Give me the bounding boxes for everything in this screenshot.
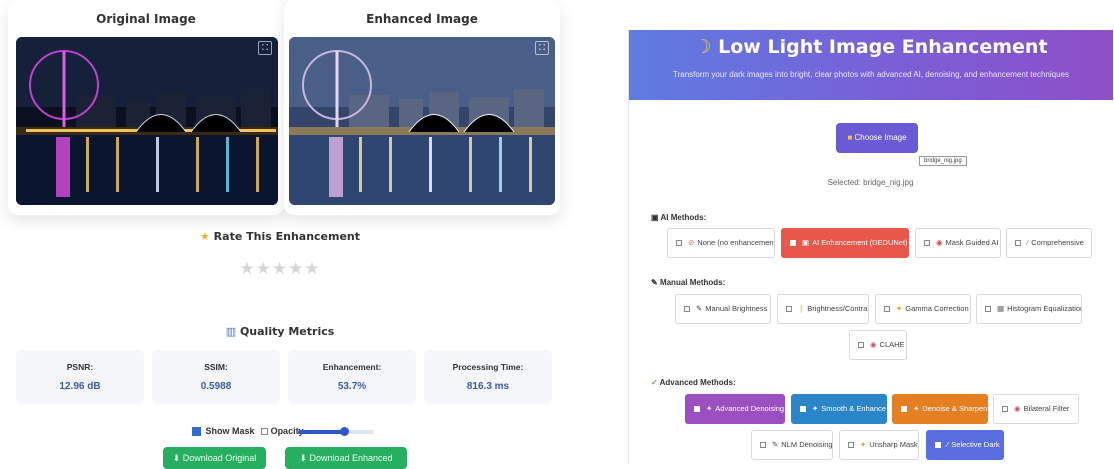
radio-icon: [858, 342, 864, 349]
tool-icon: ✎: [772, 440, 779, 449]
expand-icon[interactable]: ⛶: [258, 41, 272, 55]
enhanced-image[interactable]: ⛶: [289, 37, 555, 205]
radio-icon: [1015, 240, 1021, 247]
original-image-card: Original Image ⛶: [8, 0, 284, 215]
method-clahe[interactable]: ◉ CLAHE: [849, 330, 907, 360]
method-nlm-denoising[interactable]: ✎ NLM Denoising: [751, 430, 833, 460]
sparkle-icon: ✦: [706, 404, 713, 413]
enhanced-image-title: Enhanced Image: [366, 12, 478, 26]
radio-icon: [694, 406, 700, 413]
robot-icon: ▣: [651, 213, 659, 222]
method-smooth-enhance[interactable]: ✦ Smooth & Enhance: [791, 394, 887, 424]
sparkle-icon: ✦: [896, 304, 903, 313]
radio-icon: [848, 442, 854, 449]
radio-icon: [884, 306, 890, 313]
opacity-checkbox[interactable]: [261, 428, 269, 436]
radio-icon: [901, 406, 907, 413]
result-panel: Original Image ⛶ Enhanced Image ⛶ ★ Rate…: [0, 0, 560, 469]
manual-methods-heading: ✎ Manual Methods:: [651, 278, 726, 287]
download-enhanced-button[interactable]: ⬇ Download Enhanced: [285, 447, 407, 469]
method-brightness-contrast[interactable]: ❘ Brightness/Contrast: [777, 294, 869, 324]
target-icon: ◉: [936, 238, 943, 247]
expand-icon[interactable]: ⛶: [535, 41, 549, 55]
metric-enhancement: Enhancement: 53.7%: [288, 350, 416, 404]
app-title: ☽ Low Light Image Enhancement: [694, 36, 1048, 58]
folder-icon: ■: [847, 133, 853, 142]
method-manual-brightness[interactable]: ✎ Manual Brightness: [675, 294, 771, 324]
enhanced-image-card: Enhanced Image ⛶: [284, 0, 560, 215]
method-mask-guided-ai[interactable]: ◉ Mask Guided AI: [915, 228, 1001, 258]
night-city-photo-enhanced: [289, 37, 555, 205]
histogram-icon: ▦: [997, 304, 1005, 313]
file-tooltip: bridge_nig.jpg: [919, 156, 967, 166]
method-selective-dark[interactable]: ⁄ Selective Dark: [926, 430, 1004, 460]
chart-icon: ▥: [225, 325, 237, 338]
show-mask-label: Show Mask: [205, 426, 255, 436]
opacity-slider-thumb[interactable]: [339, 427, 349, 436]
radio-icon: [924, 240, 930, 247]
wand-icon: ⁄: [1027, 238, 1029, 247]
radio-icon: [760, 442, 766, 449]
app-subtitle: Transform your dark images into bright, …: [673, 70, 1069, 79]
leaf-icon: ✓: [651, 378, 658, 387]
metric-processing-time: Processing Time: 816.3 ms: [424, 350, 552, 404]
tool-icon: ✎: [696, 304, 703, 313]
no-entry-icon: ⊘: [688, 238, 695, 247]
method-none[interactable]: ⊘ None (no enhancement): [667, 228, 775, 258]
robot-icon: ▣: [802, 238, 810, 247]
moon-icon: ☽: [694, 36, 712, 58]
original-image-title: Original Image: [96, 12, 196, 26]
controls-panel: ☽ Low Light Image Enhancement Transform …: [628, 30, 1113, 464]
tool-icon: ✎: [651, 278, 658, 287]
star-rating[interactable]: ★★★★★: [0, 259, 560, 279]
download-icon: ⬇: [172, 453, 181, 463]
choose-image-button[interactable]: ■ Choose Image: [836, 123, 918, 153]
download-icon: ⬇: [299, 453, 307, 463]
download-original-button[interactable]: ⬇ Download Original: [163, 447, 266, 469]
bulb-icon: ❘: [798, 304, 805, 313]
header-banner: ☽ Low Light Image Enhancement Transform …: [629, 30, 1113, 100]
method-bilateral-filter[interactable]: ◉ Bilateral Filter: [993, 394, 1079, 424]
metric-psnr: PSNR: 12.96 dB: [16, 350, 144, 404]
radio-icon: [684, 306, 690, 313]
radio-icon: [1002, 406, 1008, 413]
method-denoise-sharpen[interactable]: ✦ Denoise & Sharpen: [892, 394, 988, 424]
selected-file-text: Selected: bridge_nig.jpg: [827, 178, 914, 187]
palette-icon: ◉: [870, 340, 877, 349]
checkbox-checked-icon[interactable]: [192, 427, 201, 437]
method-gamma-correction[interactable]: ✦ Gamma Correction: [875, 294, 971, 324]
star-trophy-icon: ★: [199, 230, 210, 243]
radio-checked-icon: [790, 240, 796, 247]
method-unsharp-mask[interactable]: ✦ Unsharp Mask: [839, 430, 919, 460]
method-advanced-denoising[interactable]: ✦ Advanced Denoising: [685, 394, 785, 424]
quality-metrics-title: ▥ Quality Metrics: [225, 325, 335, 338]
night-city-photo-original: [16, 37, 278, 205]
sparkle-icon: ✦: [913, 404, 920, 413]
method-histogram-equalization[interactable]: ▦ Histogram Equalization: [976, 294, 1082, 324]
opacity-slider[interactable]: [298, 427, 374, 436]
metric-ssim: SSIM: 0.5988: [152, 350, 280, 404]
sparkle-icon: ✦: [860, 440, 867, 449]
radio-icon: [985, 306, 991, 313]
wand-icon: ⁄: [947, 440, 949, 449]
radio-icon: [800, 406, 806, 413]
ai-methods-heading: ▣ AI Methods:: [651, 213, 707, 222]
rate-title: ★ Rate This Enhancement: [199, 230, 361, 243]
radio-icon: [676, 240, 682, 247]
filter-icon: ◉: [1014, 404, 1021, 413]
radio-icon: [786, 306, 792, 313]
advanced-methods-heading: ✓ Advanced Methods:: [651, 378, 736, 387]
method-ai-enhancement[interactable]: ▣ AI Enhancement (DEDUNet): [781, 228, 909, 258]
original-image[interactable]: ⛶: [16, 37, 278, 205]
opacity-slider-fill: [298, 430, 344, 434]
method-comprehensive[interactable]: ⁄ Comprehensive: [1006, 228, 1092, 258]
sparkle-icon: ✦: [812, 404, 819, 413]
mask-controls: Show Mask Opacity: [192, 426, 392, 440]
radio-checked-icon: [935, 442, 941, 449]
